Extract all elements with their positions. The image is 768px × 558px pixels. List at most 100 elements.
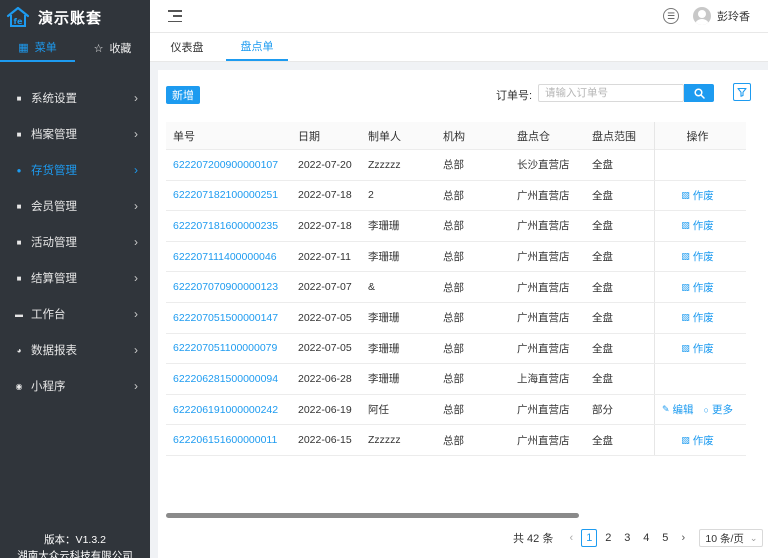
page-number[interactable]: 5 [657, 529, 673, 547]
actions-cell: ▧ 作废 [654, 211, 740, 241]
stocktake-table: 单号 日期 制单人 机构 盘点仓 盘点范围 操作 622207200900000… [166, 121, 746, 456]
order-number-link[interactable]: 622206281500000094 [166, 373, 292, 385]
filter-button[interactable] [733, 83, 751, 101]
table-cell: 2 [368, 189, 374, 202]
sidebar-item-activity[interactable]: ■ 活动管理 › [0, 224, 150, 260]
table-cell: 全盘 [592, 189, 613, 202]
table-row: 622207051100000079 2022-07-05 李珊珊 总部 广州直营店 全盘… [166, 333, 746, 365]
page-number[interactable]: 2 [600, 529, 616, 547]
table-cell: 2022-06-15 [298, 434, 352, 447]
house-logo-icon: fe [6, 6, 30, 27]
table-cell: 总部 [443, 342, 464, 355]
svg-text:fe: fe [14, 17, 23, 26]
table-cell: 全盘 [592, 281, 613, 294]
page-number[interactable]: 4 [638, 529, 654, 547]
table-cell: 全盘 [592, 312, 613, 325]
chevron-right-icon: › [134, 235, 138, 249]
order-number-link[interactable]: 622207051100000079 [166, 342, 292, 354]
menu-circle-icon[interactable]: ☰ [663, 8, 679, 24]
toolbar: 新增 订单号: [158, 82, 768, 106]
actions-cell: ▧ 作废 [654, 180, 740, 211]
actions-cell: ▧ 作废 [654, 241, 740, 272]
sidebar-item-reports[interactable]: ◕ 数据报表 › [0, 332, 150, 368]
sidebar-item-member[interactable]: ■ 会员管理 › [0, 188, 150, 224]
order-number-link[interactable]: 622206151600000011 [166, 434, 292, 446]
sidebar-item-system-settings[interactable]: ■ 系统设置 › [0, 80, 150, 116]
page-number[interactable]: 3 [619, 529, 635, 547]
table-row: 622206191000000242 2022-06-19 阿任 总部 广州直营店 部分 ✎… [166, 394, 746, 426]
avatar [693, 7, 711, 25]
next-page-icon[interactable]: › [676, 532, 690, 544]
grid-icon: ▦ [18, 41, 29, 54]
archive-icon: ■ [16, 129, 22, 139]
inventory-icon: ● [16, 165, 22, 175]
search-button[interactable] [684, 84, 714, 102]
sidebar-tab-label: 菜单 [34, 42, 57, 54]
tab-stocktake[interactable]: 盘点单 [226, 33, 288, 61]
sidebar: fe 演示账套 ▦ 菜单 ☆ 收藏 ■ 系统设置 › ■ 档案管理 › ● 存货… [0, 0, 150, 558]
chevron-down-icon: ⌄ [749, 532, 758, 543]
table-row: 622206281500000094 2022-06-28 李珊珊 总部 上海直营店 全盘 [166, 364, 746, 395]
order-number-link[interactable]: 622207070900000123 [166, 281, 292, 293]
table-cell: 李珊珊 [368, 251, 400, 264]
settings-icon: ■ [16, 93, 22, 103]
user-menu[interactable]: 彭玲香 [693, 7, 750, 25]
add-button[interactable]: 新增 [166, 86, 200, 104]
sidebar-item-inventory[interactable]: ● 存货管理 › [0, 152, 150, 188]
sidebar-item-settlement[interactable]: ■ 结算管理 › [0, 260, 150, 296]
sidebar-item-miniapp[interactable]: ◉ 小程序 › [0, 368, 150, 404]
column-header: 单号 [173, 130, 195, 143]
app-title: 演示账套 [38, 9, 103, 27]
horizontal-scrollbar[interactable] [166, 513, 579, 518]
prev-page-icon[interactable]: ‹ [564, 532, 578, 544]
collapse-menu-icon[interactable] [168, 10, 182, 22]
table-cell: 全盘 [592, 220, 613, 233]
order-number-input[interactable] [538, 84, 684, 102]
order-number-link[interactable]: 622207200900000107 [166, 159, 292, 171]
table-cell: 总部 [443, 189, 464, 202]
void-button[interactable]: ▧ 作废 [681, 310, 714, 325]
table-cell: 部分 [592, 404, 613, 417]
version-text: 版本：V1.3.2 [44, 534, 106, 546]
tab-dashboard[interactable]: 仪表盘 [156, 33, 218, 61]
table-row: 622207181600000235 2022-07-18 李珊珊 总部 广州直营店 全盘… [166, 211, 746, 242]
table-body: 622207200900000107 2022-07-20 Zzzzzz 总部 长沙直营… [166, 150, 746, 456]
void-button[interactable]: ▧ 作废 [681, 341, 714, 356]
chevron-right-icon: › [134, 127, 138, 141]
edit-button[interactable]: ✎ 编辑 [662, 402, 694, 417]
sidebar-item-label: 数据报表 [31, 345, 77, 357]
sidebar-item-label: 系统设置 [31, 93, 77, 105]
page-size-select[interactable]: 10 条/页 ⌄ [699, 529, 764, 547]
table-cell: 全盘 [592, 159, 613, 172]
table-cell: 2022-06-28 [298, 372, 352, 385]
void-button[interactable]: ▧ 作废 [681, 218, 714, 233]
void-button[interactable]: ▧ 作废 [681, 280, 714, 295]
order-number-link[interactable]: 622207111400000046 [166, 251, 292, 263]
chevron-right-icon: › [134, 343, 138, 357]
table-row: 622206151600000011 2022-06-15 Zzzzzz 总部 广州直营… [166, 425, 746, 456]
main-content: 新增 订单号: 单号 日期 制单人 机构 盘点仓 盘点范围 操作 6222072… [158, 70, 768, 558]
void-button[interactable]: ▧ 作废 [681, 433, 714, 448]
action-label: 作废 [692, 434, 714, 447]
actions-cell: ▧ 作废 [654, 425, 740, 455]
actions-cell: ▧ 作废 [654, 333, 740, 364]
sidebar-tab-favorites[interactable]: ☆ 收藏 [75, 34, 150, 62]
sidebar-item-archive[interactable]: ■ 档案管理 › [0, 116, 150, 152]
more-button[interactable]: ○ 更多 [704, 402, 733, 417]
order-number-link[interactable]: 622207181600000235 [166, 220, 292, 232]
column-header: 操作 [654, 121, 740, 150]
table-cell: 全盘 [592, 342, 613, 355]
action-label: 作废 [692, 251, 714, 264]
sidebar-item-workbench[interactable]: ▬ 工作台 › [0, 296, 150, 332]
table-cell: 2022-06-19 [298, 403, 352, 416]
order-number-link[interactable]: 622206191000000242 [166, 404, 292, 416]
void-button[interactable]: ▧ 作废 [681, 249, 714, 264]
chevron-right-icon: › [134, 307, 138, 321]
order-number-link[interactable]: 622207051500000147 [166, 312, 292, 324]
table-row: 622207200900000107 2022-07-20 Zzzzzz 总部 长沙直营… [166, 150, 746, 181]
page-number[interactable]: 1 [581, 529, 598, 547]
action-label: 作废 [692, 220, 714, 233]
sidebar-tab-menu[interactable]: ▦ 菜单 [0, 34, 75, 62]
void-button[interactable]: ▧ 作废 [681, 188, 714, 203]
order-number-link[interactable]: 622207182100000251 [166, 189, 292, 201]
